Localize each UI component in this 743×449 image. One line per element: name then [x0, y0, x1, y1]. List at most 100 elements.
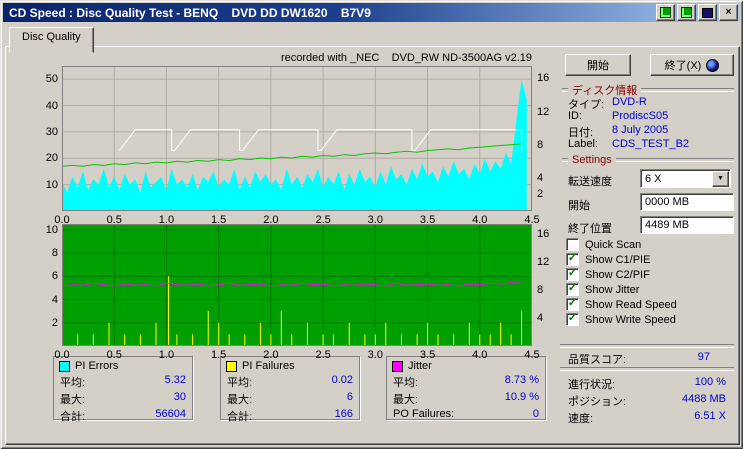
checkbox-label: Show C1/PIE — [585, 253, 651, 266]
speed-readout-label: 速度: — [568, 413, 594, 425]
axis-tick-label: 8 — [537, 284, 544, 297]
progress-label: 進行状況: — [568, 379, 616, 391]
disc-id-value: ProdiscS05 — [612, 110, 669, 122]
stats-box-title: PI Errors — [75, 360, 119, 372]
jitter-chart — [62, 224, 532, 346]
pi-errors-legend-swatch — [59, 360, 70, 372]
minimize-button[interactable] — [698, 4, 717, 21]
pi-errors-stats-box: PI Errors 平均: 5.32 最大: 30 合計: 56604 — [53, 356, 193, 423]
pi-failures-stats-box: PI Failures 平均: 0.02 最大: 6 合計: 166 — [220, 356, 360, 423]
checkbox-show-read-speed[interactable]: ✓ Show Read Speed — [566, 298, 736, 311]
stat-value: 166 — [334, 408, 353, 420]
checkbox-box[interactable]: ✓ — [566, 298, 579, 311]
stat-label: 最大: — [393, 394, 419, 406]
settings-header: Settings — [562, 154, 734, 166]
checkbox-label: Show Write Speed — [585, 313, 676, 326]
app-window: CD Speed : Disc Quality Test - BENQ DVD … — [0, 0, 743, 449]
axis-tick-label: 40 — [45, 99, 58, 112]
combo-dropdown-button[interactable]: ▼ — [712, 170, 729, 187]
axis-tick-label: 3.5 — [419, 214, 436, 226]
axis-tick-label: 2.0 — [263, 349, 279, 361]
position-value: 4488 MB — [681, 393, 726, 405]
end-position-field[interactable]: 4489 MB — [640, 216, 734, 234]
stat-label: 最大: — [60, 394, 86, 406]
end-position-value: 4489 MB — [645, 219, 690, 231]
exit-button[interactable]: 終了(X) — [650, 54, 734, 76]
progress-value: 100 % — [694, 376, 726, 388]
window-title: CD Speed : Disc Quality Test - BENQ DVD … — [9, 5, 371, 20]
axis-tick-label: 4 — [537, 312, 544, 325]
axis-tick-label: 0.0 — [54, 349, 70, 361]
axis-tick-label: 3.5 — [419, 349, 436, 361]
axis-tick-label: 6 — [51, 270, 58, 283]
start-position-field[interactable]: 0000 MB — [640, 193, 734, 211]
axis-tick-label: 2.5 — [315, 349, 331, 361]
chart-button-2[interactable] — [677, 4, 696, 21]
axis-tick-label: 1.5 — [211, 349, 227, 361]
exit-button-label: 終了(X) — [664, 60, 702, 72]
chevron-down-icon: ▼ — [717, 175, 724, 182]
axis-tick-label: 4.0 — [472, 214, 488, 226]
stat-label: 最大: — [227, 394, 253, 406]
axis-tick-label: 4.5 — [524, 214, 540, 226]
stat-label: 合計: — [60, 411, 86, 423]
axis-tick-label: 16 — [537, 228, 550, 241]
close-button[interactable]: × — [719, 4, 738, 21]
chart-icon — [660, 7, 671, 18]
checkbox-label: Show Read Speed — [585, 298, 677, 311]
axis-tick-label: 4 — [51, 293, 58, 306]
titlebar-buttons: × — [656, 4, 738, 21]
start-button[interactable]: 開始 — [565, 54, 631, 76]
stat-value: 6 — [346, 391, 353, 403]
close-icon: × — [725, 6, 732, 18]
axis-tick-label: 4.5 — [524, 349, 540, 361]
checkbox-box[interactable]: ✓ — [566, 268, 579, 281]
disc-label-value: CDS_TEST_B2 — [612, 138, 690, 150]
axis-tick-label: 10 — [45, 223, 58, 236]
checkbox-quick-scan[interactable]: Quick Scan — [566, 238, 736, 251]
stat-label: PO Failures: — [393, 408, 455, 420]
speed-label: 転送速度 — [568, 176, 612, 188]
recorded-with-text: recorded with _NEC DVD_RW ND-3500AG v2.1… — [280, 52, 532, 64]
checkbox-show-c2-pif[interactable]: ✓ Show C2/PIF — [566, 268, 736, 281]
axis-tick-label: 10 — [45, 178, 58, 191]
pi-errors-chart — [62, 66, 532, 211]
titlebar[interactable]: CD Speed : Disc Quality Test - BENQ DVD … — [3, 3, 740, 22]
axis-tick-label: 3.0 — [367, 214, 383, 226]
checkbox-show-write-speed[interactable]: ✓ Show Write Speed — [566, 313, 736, 326]
stat-value: 30 — [173, 391, 186, 403]
disc-date-value: 8 July 2005 — [612, 124, 669, 136]
chart-button-1[interactable] — [656, 4, 675, 21]
speed-select[interactable]: 6 X ▼ — [640, 169, 731, 188]
axis-tick-label: 0.5 — [106, 349, 122, 361]
checkbox-show-jitter[interactable]: ✓ Show Jitter — [566, 283, 736, 296]
stat-value: 10.9 % — [504, 391, 539, 403]
start-position-label: 開始 — [568, 200, 590, 212]
tab-disc-quality[interactable]: Disc Quality — [9, 27, 94, 53]
stat-value: 56604 — [155, 408, 186, 420]
axis-tick-label: 2 — [51, 316, 58, 329]
minimize-icon — [702, 7, 713, 18]
start-position-value: 0000 MB — [645, 196, 690, 208]
stat-label: 平均: — [227, 377, 253, 389]
checkbox-box[interactable]: ✓ — [566, 313, 579, 326]
disc-id-label: ID: — [568, 110, 583, 122]
checkbox-box[interactable]: ✓ — [566, 253, 579, 266]
stat-value: 0 — [532, 408, 539, 420]
checkbox-show-c1-pie[interactable]: ✓ Show C1/PIE — [566, 253, 736, 266]
jitter-legend-swatch — [392, 360, 403, 372]
stats-box-title: Jitter — [408, 360, 432, 372]
position-label: ポジション: — [568, 396, 627, 408]
checkbox-box[interactable] — [566, 238, 579, 251]
axis-tick-label: 2.0 — [263, 214, 279, 226]
tab-label: Disc Quality — [22, 31, 81, 43]
axis-tick-label: 50 — [45, 73, 58, 86]
checkbox-label: Show C2/PIF — [585, 268, 650, 281]
stat-value: 5.32 — [164, 374, 186, 386]
axis-tick-label: 12 — [537, 256, 550, 269]
checkbox-box[interactable]: ✓ — [566, 283, 579, 296]
axis-tick-label: 1.5 — [211, 214, 227, 226]
checkbox-label: Show Jitter — [585, 283, 640, 296]
axis-tick-label: 3.0 — [367, 349, 383, 361]
section-line — [615, 158, 734, 162]
